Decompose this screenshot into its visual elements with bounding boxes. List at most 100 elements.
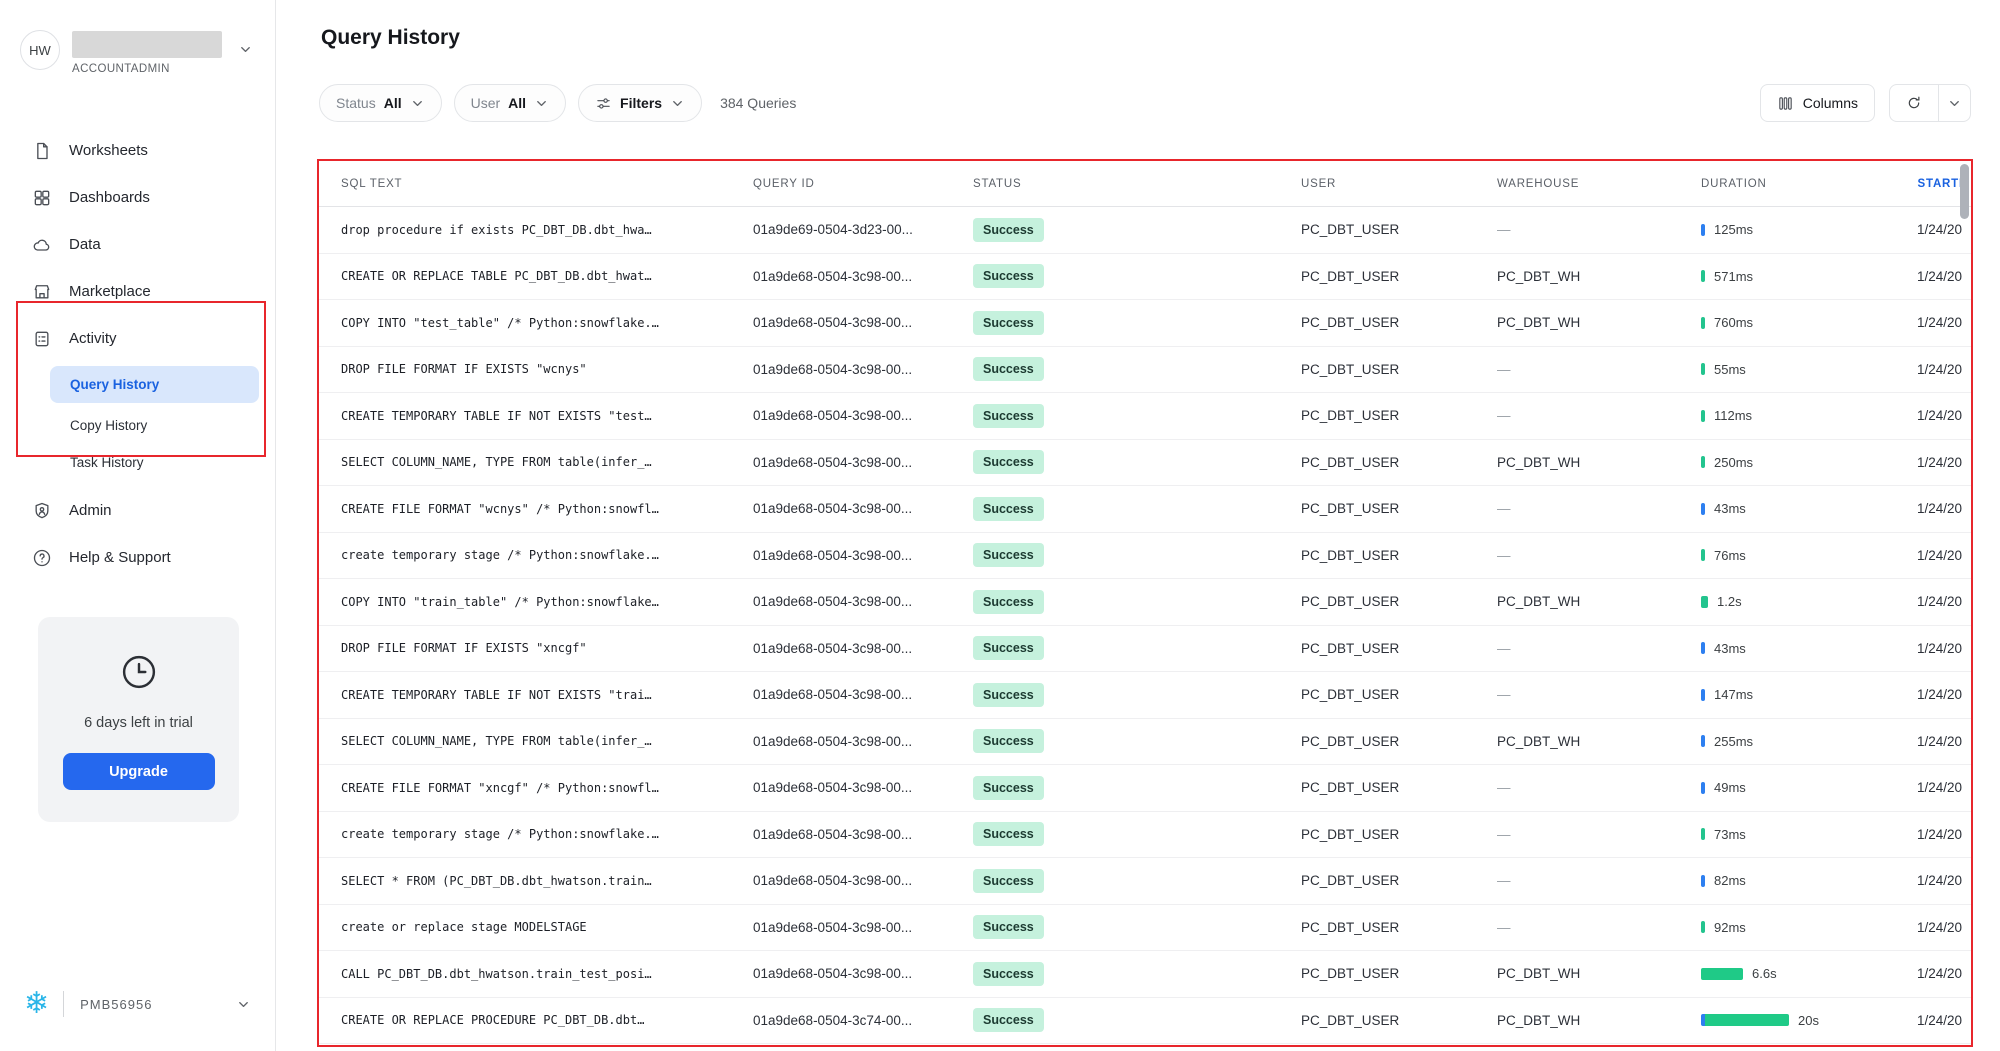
sliders-icon — [595, 95, 612, 112]
sidebar-item-label: Help & Support — [69, 549, 171, 566]
chevron-down-icon — [534, 96, 549, 111]
table-row[interactable]: CREATE OR REPLACE PROCEDURE PC_DBT_DB.db… — [319, 998, 1971, 1045]
cell-sql-text: CREATE FILE FORMAT "wcnys" /* Python:sno… — [341, 502, 753, 516]
cell-user: PC_DBT_USER — [1301, 222, 1497, 237]
column-header-status[interactable]: STATUS — [973, 178, 1301, 190]
cell-start-time: 1/24/20 — [1917, 827, 1971, 842]
sidebar-item-dashboards[interactable]: Dashboards — [0, 174, 275, 221]
cell-sql-text: create temporary stage /* Python:snowfla… — [341, 827, 753, 841]
duration-bar — [1701, 270, 1705, 282]
cell-sql-text: CREATE FILE FORMAT "xncgf" /* Python:sno… — [341, 781, 753, 795]
duration-label: 6.6s — [1752, 966, 1777, 981]
refresh-button[interactable] — [1890, 85, 1938, 121]
table-row[interactable]: create or replace stage MODELSTAGE01a9de… — [319, 905, 1971, 952]
duration-label: 49ms — [1714, 780, 1746, 795]
sidebar-item-help-support[interactable]: Help & Support — [0, 534, 275, 581]
cell-warehouse: — — [1497, 362, 1701, 377]
status-badge: Success — [973, 1008, 1044, 1032]
duration-bar — [1701, 782, 1705, 794]
cell-status: Success — [973, 683, 1301, 707]
cell-duration: 760ms — [1701, 315, 1917, 330]
table-row[interactable]: SELECT * FROM (PC_DBT_DB.dbt_hwatson.tra… — [319, 858, 1971, 905]
sidebar-item-data[interactable]: Data — [0, 221, 275, 268]
chevron-down-icon[interactable] — [236, 997, 251, 1012]
status-filter[interactable]: Status All — [319, 84, 442, 122]
table-row[interactable]: COPY INTO "train_table" /* Python:snowfl… — [319, 579, 1971, 626]
status-badge: Success — [973, 822, 1044, 846]
columns-button[interactable]: Columns — [1760, 84, 1875, 122]
toolbar: Status All User All Filters 384 Queries … — [319, 84, 1971, 122]
cell-user: PC_DBT_USER — [1301, 827, 1497, 842]
column-header-query-id[interactable]: QUERY ID — [753, 178, 973, 190]
cell-warehouse: — — [1497, 780, 1701, 795]
column-header-sql-text[interactable]: SQL TEXT — [341, 178, 753, 190]
chevron-down-icon — [238, 42, 253, 57]
sidebar-item-label: Activity — [69, 330, 117, 347]
cell-status: Success — [973, 497, 1301, 521]
cell-status: Success — [973, 915, 1301, 939]
table-row[interactable]: DROP FILE FORMAT IF EXISTS "xncgf"01a9de… — [319, 626, 1971, 673]
filters-button[interactable]: Filters — [578, 84, 702, 122]
user-filter[interactable]: User All — [454, 84, 566, 122]
table-row[interactable]: CREATE OR REPLACE TABLE PC_DBT_DB.dbt_hw… — [319, 254, 1971, 301]
account-selector[interactable]: HW ACCOUNTADMIN — [0, 0, 275, 75]
sidebar-item-query-history[interactable]: Query History — [50, 366, 259, 403]
cell-duration: 73ms — [1701, 827, 1917, 842]
sidebar-item-activity[interactable]: Activity — [0, 315, 275, 362]
table-row[interactable]: SELECT COLUMN_NAME, TYPE FROM table(infe… — [319, 719, 1971, 766]
cell-status: Success — [973, 590, 1301, 614]
cell-sql-text: create or replace stage MODELSTAGE — [341, 920, 753, 934]
sidebar-item-marketplace[interactable]: Marketplace — [0, 268, 275, 315]
cell-status: Success — [973, 636, 1301, 660]
table-row[interactable]: CALL PC_DBT_DB.dbt_hwatson.train_test_po… — [319, 951, 1971, 998]
duration-label: 43ms — [1714, 501, 1746, 516]
table-row[interactable]: drop procedure if exists PC_DBT_DB.dbt_h… — [319, 207, 1971, 254]
table-row[interactable]: CREATE FILE FORMAT "xncgf" /* Python:sno… — [319, 765, 1971, 812]
refresh-dropdown-button[interactable] — [1938, 85, 1970, 121]
duration-bar — [1701, 410, 1705, 422]
table-row[interactable]: SELECT COLUMN_NAME, TYPE FROM table(infe… — [319, 440, 1971, 487]
table-row[interactable]: COPY INTO "test_table" /* Python:snowfla… — [319, 300, 1971, 347]
cell-duration: 255ms — [1701, 734, 1917, 749]
duration-label: 43ms — [1714, 641, 1746, 656]
sidebar-item-admin[interactable]: Admin — [0, 487, 275, 534]
column-header-user[interactable]: USER — [1301, 178, 1497, 190]
column-header-duration[interactable]: DURATION — [1701, 178, 1917, 190]
cell-user: PC_DBT_USER — [1301, 548, 1497, 563]
sidebar-item-task-history[interactable]: Task History — [0, 444, 275, 481]
status-badge: Success — [973, 543, 1044, 567]
upgrade-button[interactable]: Upgrade — [63, 753, 215, 790]
vertical-scrollbar[interactable] — [1960, 164, 1969, 219]
filters-button-label: Filters — [620, 95, 662, 111]
cell-sql-text: CREATE OR REPLACE TABLE PC_DBT_DB.dbt_hw… — [341, 269, 753, 283]
table-row[interactable]: CREATE FILE FORMAT "wcnys" /* Python:sno… — [319, 486, 1971, 533]
duration-bar — [1701, 317, 1705, 329]
table-row[interactable]: create temporary stage /* Python:snowfla… — [319, 533, 1971, 580]
cell-sql-text: CREATE TEMPORARY TABLE IF NOT EXISTS "tr… — [341, 688, 753, 702]
table-row[interactable]: create temporary stage /* Python:snowfla… — [319, 812, 1971, 859]
cell-query-id: 01a9de68-0504-3c98-00... — [753, 501, 973, 516]
cell-user: PC_DBT_USER — [1301, 641, 1497, 656]
table-row[interactable]: CREATE TEMPORARY TABLE IF NOT EXISTS "te… — [319, 393, 1971, 440]
duration-bar — [1701, 549, 1705, 561]
duration-bar — [1701, 503, 1705, 515]
sidebar-item-worksheets[interactable]: Worksheets — [0, 127, 275, 174]
column-header-warehouse[interactable]: WAREHOUSE — [1497, 178, 1701, 190]
table-row[interactable]: CREATE TEMPORARY TABLE IF NOT EXISTS "tr… — [319, 672, 1971, 719]
cell-warehouse: PC_DBT_WH — [1497, 1013, 1701, 1028]
status-badge: Success — [973, 450, 1044, 474]
cell-start-time: 1/24/20 — [1917, 315, 1971, 330]
cell-user: PC_DBT_USER — [1301, 1013, 1497, 1028]
table-row[interactable]: DROP FILE FORMAT IF EXISTS "wcnys"01a9de… — [319, 347, 1971, 394]
status-badge: Success — [973, 683, 1044, 707]
cell-query-id: 01a9de68-0504-3c98-00... — [753, 920, 973, 935]
cell-query-id: 01a9de69-0504-3d23-00... — [753, 222, 973, 237]
cell-status: Success — [973, 404, 1301, 428]
cell-user: PC_DBT_USER — [1301, 966, 1497, 981]
queries-count: 384 Queries — [720, 95, 796, 111]
cell-status: Success — [973, 962, 1301, 986]
status-badge: Success — [973, 869, 1044, 893]
sidebar-item-copy-history[interactable]: Copy History — [0, 407, 275, 444]
duration-label: 255ms — [1714, 734, 1753, 749]
cell-query-id: 01a9de68-0504-3c98-00... — [753, 873, 973, 888]
